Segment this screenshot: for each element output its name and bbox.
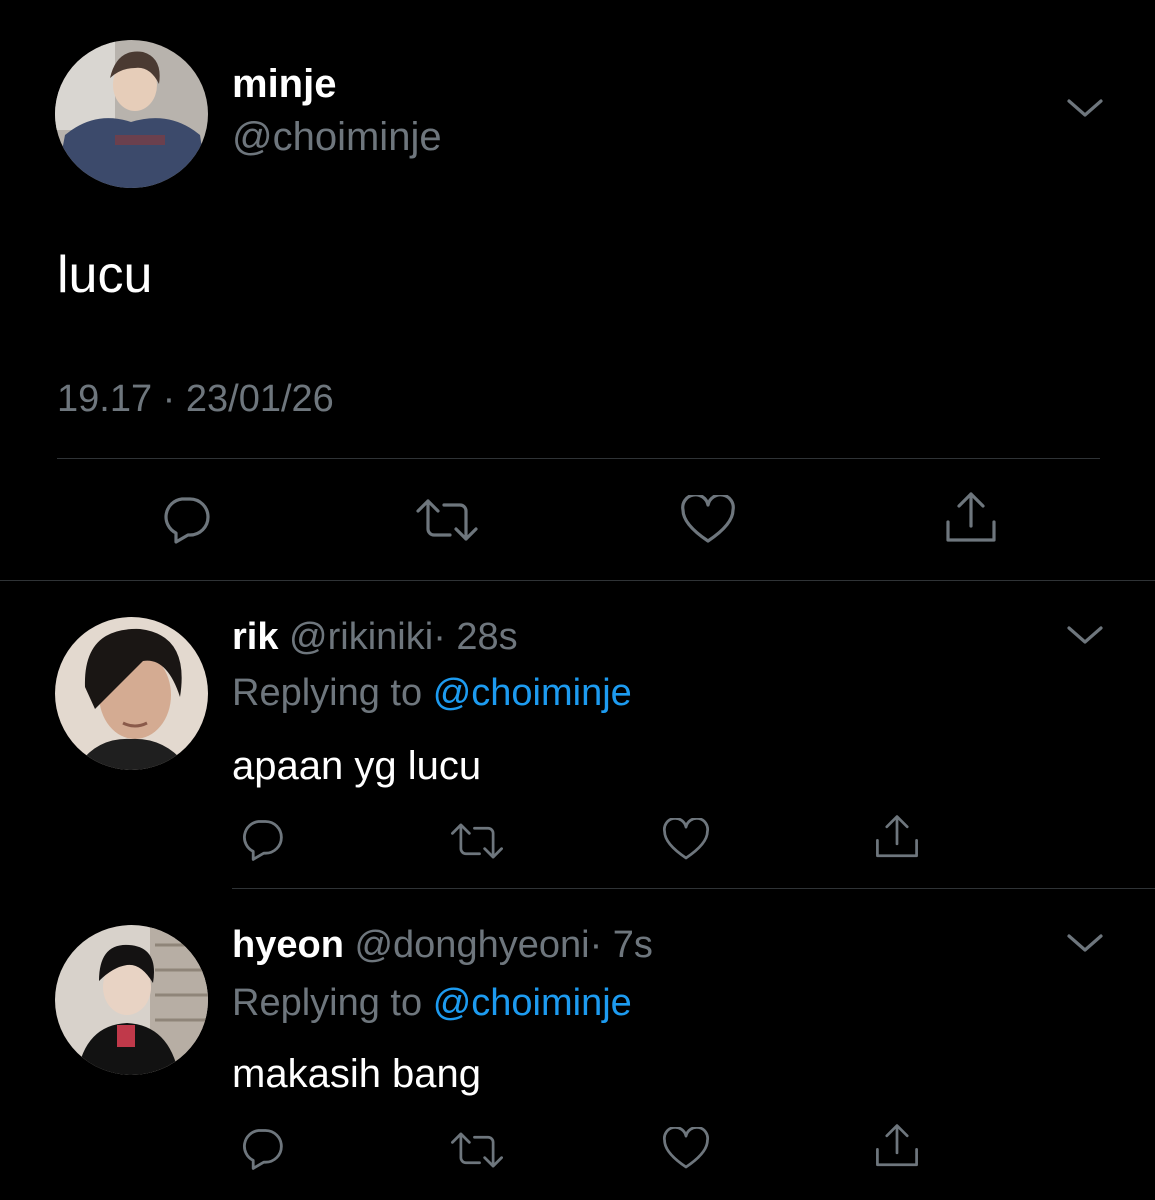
reply-icon <box>243 1129 283 1170</box>
reply-button[interactable] <box>239 818 285 862</box>
retweet-icon <box>451 823 503 859</box>
timestamp[interactable]: 19.17 · 23/01/26 <box>57 375 334 423</box>
display-name[interactable]: minje <box>232 60 336 108</box>
chevron-down-icon[interactable] <box>1065 932 1105 961</box>
reply-icon <box>243 820 283 861</box>
share-icon <box>876 1124 918 1167</box>
avatar[interactable] <box>55 925 208 1075</box>
retweet-icon <box>451 1132 503 1168</box>
like-button[interactable] <box>680 495 736 545</box>
reply-text: makasih bang <box>232 1052 482 1096</box>
reply-header: hyeon @donghyeoni· 7s <box>232 922 653 968</box>
replying-to-handle[interactable]: @choiminje <box>433 982 632 1024</box>
avatar[interactable] <box>55 617 208 770</box>
user-handle[interactable]: @donghyeoni <box>354 924 589 966</box>
avatar[interactable] <box>55 40 208 188</box>
like-icon <box>681 495 735 543</box>
retweet-button[interactable] <box>414 497 480 543</box>
chevron-down-icon[interactable] <box>1065 97 1105 126</box>
reply-icon <box>164 497 210 544</box>
reply-header: rik @rikiniki· 28s <box>232 614 518 660</box>
retweet-icon <box>416 499 478 541</box>
reply-button[interactable] <box>239 1127 285 1171</box>
like-button[interactable] <box>662 1127 710 1171</box>
like-icon <box>663 818 709 860</box>
reply-text: apaan yg lucu <box>232 744 482 788</box>
replying-to-label: Replying to <box>232 982 423 1024</box>
replying-to-label: Replying to <box>232 672 423 714</box>
reply-button[interactable] <box>160 495 212 545</box>
chevron-down-icon[interactable] <box>1065 624 1105 653</box>
like-icon <box>663 1127 709 1169</box>
user-handle[interactable]: @choiminje <box>232 113 442 161</box>
share-icon <box>946 492 996 542</box>
replying-to-handle[interactable]: @choiminje <box>433 672 632 714</box>
share-button[interactable] <box>944 490 998 546</box>
tweet-text: lucu <box>57 246 153 304</box>
retweet-button[interactable] <box>449 1130 505 1170</box>
replying-to: Replying to @choiminje <box>232 670 632 716</box>
like-button[interactable] <box>662 818 710 862</box>
replying-to: Replying to @choiminje <box>232 980 632 1026</box>
divider <box>57 458 1100 459</box>
share-icon <box>876 815 918 858</box>
divider <box>0 580 1155 581</box>
share-button[interactable] <box>874 813 920 861</box>
display-name[interactable]: hyeon <box>232 924 344 966</box>
reply-time[interactable]: · 28s <box>433 616 517 658</box>
share-button[interactable] <box>874 1122 920 1170</box>
display-name[interactable]: rik <box>232 616 278 658</box>
divider <box>232 888 1155 889</box>
user-handle[interactable]: @rikiniki <box>289 616 433 658</box>
retweet-button[interactable] <box>449 821 505 861</box>
reply-time[interactable]: · 7s <box>590 924 653 966</box>
